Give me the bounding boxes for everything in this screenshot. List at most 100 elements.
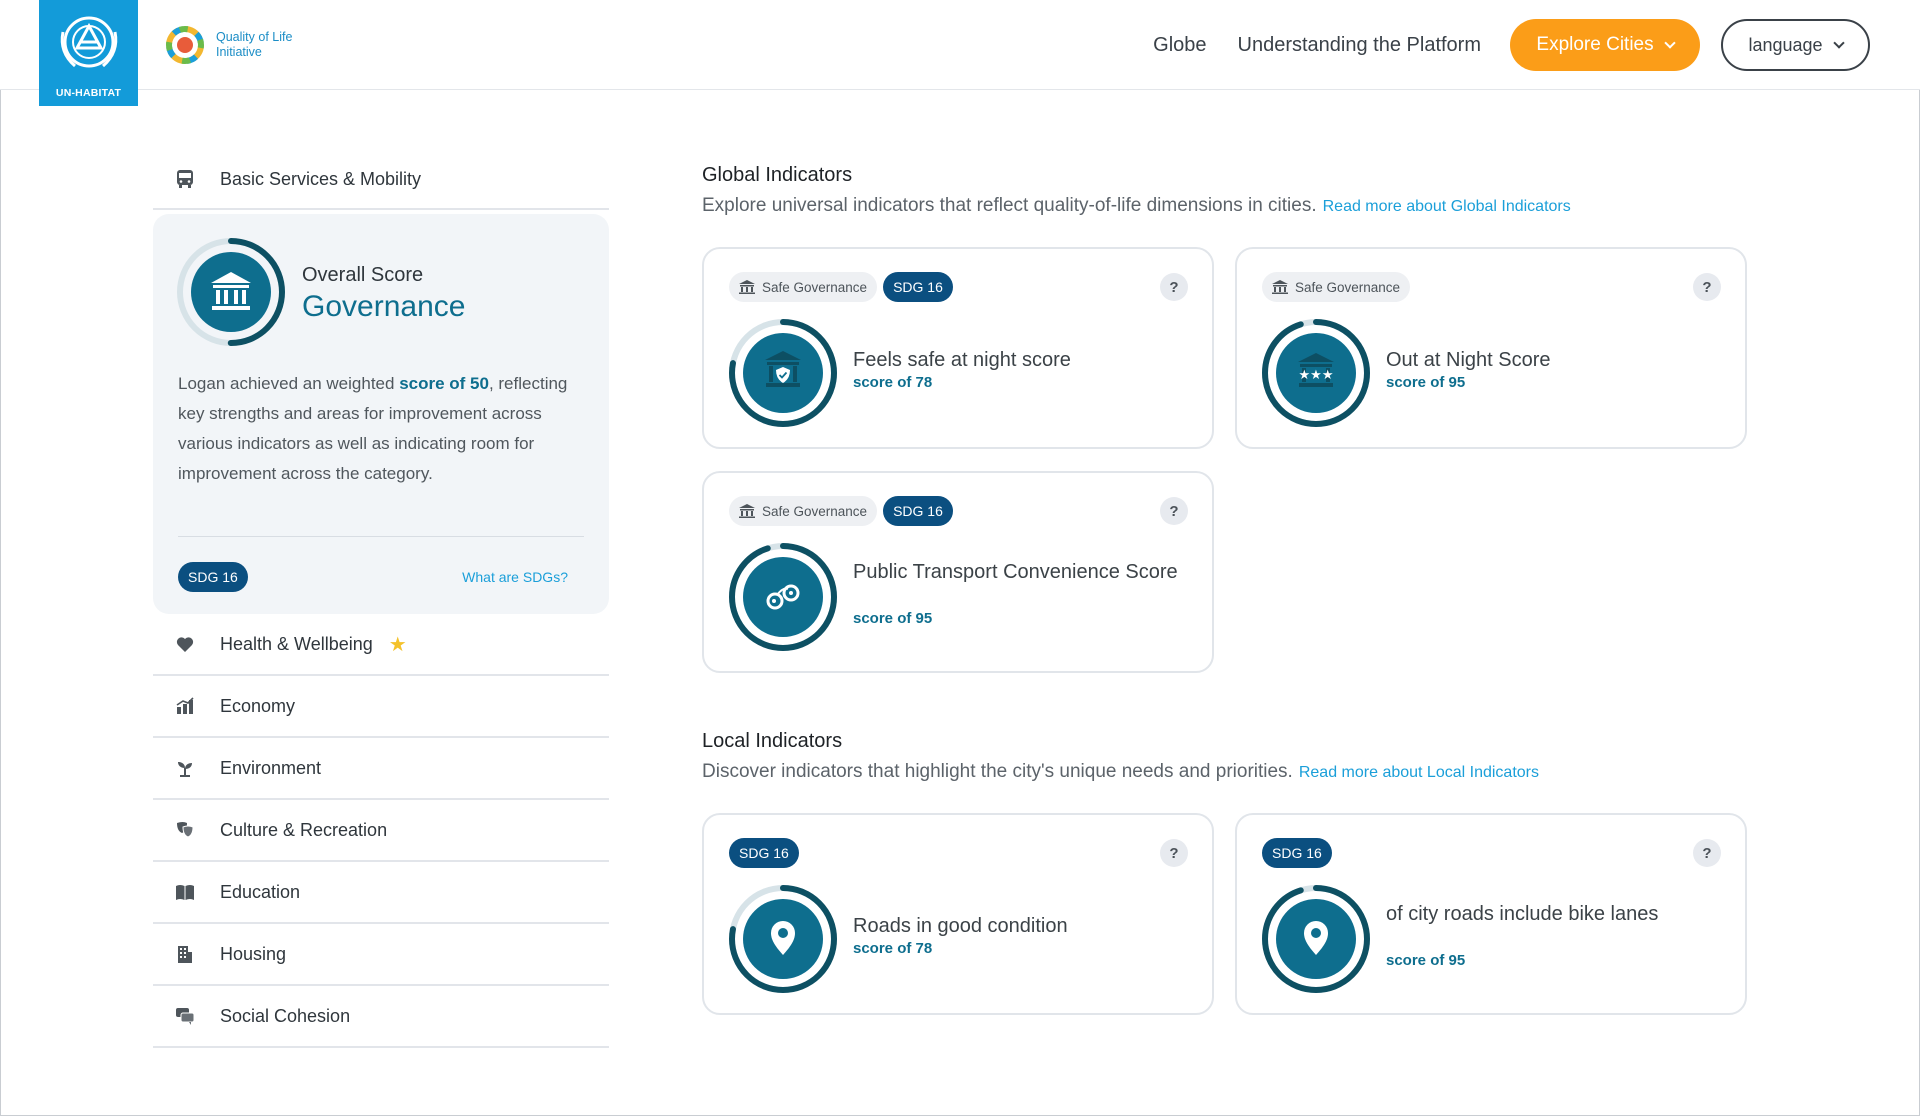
local-indicators-subtitle: Discover indicators that highlight the c… bbox=[702, 761, 1539, 783]
score-ring bbox=[729, 319, 837, 427]
language-label: language bbox=[1748, 34, 1823, 55]
chat-icon bbox=[175, 1006, 195, 1026]
sidebar-item-label: Economy bbox=[220, 695, 296, 716]
sidebar-item-environment[interactable]: Environment bbox=[153, 738, 609, 800]
sidebar-item-label: Social Cohesion bbox=[220, 1005, 351, 1026]
sidebar-item-list: Health & Wellbeing ★ Economy Environment Cul… bbox=[153, 614, 609, 1048]
indicator-score: score of 95 bbox=[853, 610, 933, 627]
sdg-badge[interactable]: SDG 16 bbox=[178, 562, 248, 592]
divider bbox=[178, 536, 584, 537]
qol-emblem-icon bbox=[166, 26, 204, 64]
score-ring: ★★★ bbox=[1262, 319, 1370, 427]
bank-icon bbox=[1272, 280, 1288, 294]
sidebar-item-education[interactable]: Education bbox=[153, 862, 609, 924]
un-habitat-logo[interactable]: UN-HABITAT bbox=[39, 0, 138, 106]
sdg-badge[interactable]: SDG 16 bbox=[729, 838, 799, 868]
bank-icon bbox=[739, 504, 755, 518]
sidebar-item-label: Environment bbox=[220, 757, 322, 778]
indicator-score: score of 78 bbox=[853, 940, 933, 957]
global-subtitle-text: Explore universal indicators that reflec… bbox=[702, 195, 1317, 216]
qol-line-1: Quality of Life bbox=[216, 30, 293, 44]
indicator-card[interactable]: Safe Governance? ★★★ Out at Night Score sco… bbox=[1235, 247, 1747, 449]
category-tag-label: Safe Governance bbox=[762, 279, 868, 295]
help-icon[interactable]: ? bbox=[1160, 497, 1188, 525]
bus-icon bbox=[175, 169, 195, 189]
indicator-card[interactable]: Safe Governance SDG 16? Public Transport C… bbox=[702, 471, 1214, 673]
desc-text-start: Logan achieved an weighted bbox=[178, 374, 400, 393]
indicator-card[interactable]: SDG 16? of city roads include bike lanes s… bbox=[1235, 813, 1747, 1015]
desc-score-highlight: score of 50 bbox=[399, 374, 489, 393]
indicator-card[interactable]: Safe Governance SDG 16? Feels safe at nigh… bbox=[702, 247, 1214, 449]
category-tag: Safe Governance bbox=[729, 496, 878, 526]
bank-icon bbox=[739, 280, 755, 294]
indicator-score: score of 78 bbox=[853, 374, 933, 391]
sidebar-item-basic-services[interactable]: Basic Services & Mobility bbox=[153, 150, 609, 210]
qol-line-2: Initiative bbox=[216, 45, 262, 59]
nav-globe-link[interactable]: Globe bbox=[1153, 34, 1206, 57]
sdg-badge[interactable]: SDG 16 bbox=[883, 272, 953, 302]
top-header: UN-HABITAT Quality of Life Initiative Gl… bbox=[0, 0, 1920, 106]
category-tag-label: Safe Governance bbox=[762, 503, 868, 519]
help-icon[interactable]: ? bbox=[1160, 839, 1188, 867]
indicator-title: of city roads include bike lanes bbox=[1386, 903, 1659, 925]
quality-of-life-logo[interactable]: Quality of Life Initiative bbox=[160, 20, 292, 70]
sidebar-item-label: Education bbox=[220, 881, 301, 902]
sidebar-item-label: Housing bbox=[220, 943, 287, 964]
overall-score-label: Overall Score bbox=[302, 264, 424, 286]
governance-score-card: Overall Score Governance Logan achieved … bbox=[153, 214, 609, 614]
indicator-title: Roads in good condition bbox=[853, 915, 1068, 937]
sidebar-item-economy[interactable]: Economy bbox=[153, 676, 609, 738]
indicator-score: score of 95 bbox=[1386, 952, 1466, 969]
nav-understanding-link[interactable]: Understanding the Platform bbox=[1238, 34, 1481, 57]
sdg-badge[interactable]: SDG 16 bbox=[883, 496, 953, 526]
card-tags: Safe Governance bbox=[1262, 272, 1411, 302]
chevron-down-icon bbox=[1832, 36, 1845, 49]
indicator-title: Feels safe at night score bbox=[853, 349, 1071, 371]
help-icon[interactable]: ? bbox=[1693, 839, 1721, 867]
language-dropdown[interactable]: language bbox=[1721, 19, 1870, 71]
explore-cities-label: Explore Cities bbox=[1536, 34, 1654, 55]
indicator-title: Public Transport Convenience Score bbox=[853, 561, 1178, 583]
sidebar-item-social-cohesion[interactable]: Social Cohesion bbox=[153, 986, 609, 1048]
global-indicators-title: Global Indicators bbox=[702, 164, 853, 186]
explore-cities-button[interactable]: Explore Cities bbox=[1510, 19, 1700, 71]
category-tag: Safe Governance bbox=[1262, 272, 1411, 302]
book-icon bbox=[175, 882, 195, 902]
local-indicators-title: Local Indicators bbox=[702, 730, 843, 752]
global-read-more-link[interactable]: Read more about Global Indicators bbox=[1323, 198, 1571, 215]
un-habitat-logo-text: UN-HABITAT bbox=[55, 87, 122, 99]
economy-icon bbox=[175, 696, 195, 716]
indicator-score: score of 95 bbox=[1386, 374, 1466, 391]
sidebar-item-label: Health & Wellbeing bbox=[220, 633, 373, 654]
card-tags: SDG 16 bbox=[729, 838, 799, 868]
svg-text:★★★: ★★★ bbox=[1299, 368, 1334, 383]
main-nav: Globe Understanding the Platform Explore… bbox=[1153, 19, 1870, 71]
sidebar-item-culture-recreation[interactable]: Culture & Recreation bbox=[153, 800, 609, 862]
help-icon[interactable]: ? bbox=[1160, 273, 1188, 301]
un-emblem-icon bbox=[60, 16, 117, 68]
qol-logo-text: Quality of Life Initiative bbox=[216, 30, 292, 60]
score-ring bbox=[729, 543, 837, 651]
category-tag: Safe Governance bbox=[729, 272, 878, 302]
card-tags: SDG 16 bbox=[1262, 838, 1332, 868]
governance-description: Logan achieved an weighted score of 50, … bbox=[178, 369, 588, 489]
card-tags: Safe Governance SDG 16 bbox=[729, 272, 953, 302]
local-read-more-link[interactable]: Read more about Local Indicators bbox=[1299, 764, 1539, 781]
what-are-sdgs-link[interactable]: What are SDGs? bbox=[462, 569, 568, 585]
sidebar-item-label: Culture & Recreation bbox=[220, 819, 388, 840]
sidebar-item-label: Basic Services & Mobility bbox=[220, 168, 422, 189]
score-ring bbox=[729, 885, 837, 993]
help-icon[interactable]: ? bbox=[1693, 273, 1721, 301]
star-icon: ★ bbox=[388, 633, 407, 656]
indicator-card[interactable]: SDG 16? Roads in good condition score of 7… bbox=[702, 813, 1214, 1015]
sidebar-item-housing[interactable]: Housing bbox=[153, 924, 609, 986]
score-ring bbox=[1262, 885, 1370, 993]
governance-title: Governance bbox=[302, 290, 466, 323]
local-subtitle-text: Discover indicators that highlight the c… bbox=[702, 761, 1293, 782]
category-sidebar: Basic Services & Mobility Overall Score … bbox=[153, 150, 609, 1048]
sidebar-item-health-wellbeing[interactable]: Health & Wellbeing ★ bbox=[153, 614, 609, 676]
category-tag-label: Safe Governance bbox=[1295, 279, 1401, 295]
sprout-icon bbox=[175, 758, 195, 778]
global-indicators-subtitle: Explore universal indicators that reflec… bbox=[702, 195, 1571, 217]
sdg-badge[interactable]: SDG 16 bbox=[1262, 838, 1332, 868]
